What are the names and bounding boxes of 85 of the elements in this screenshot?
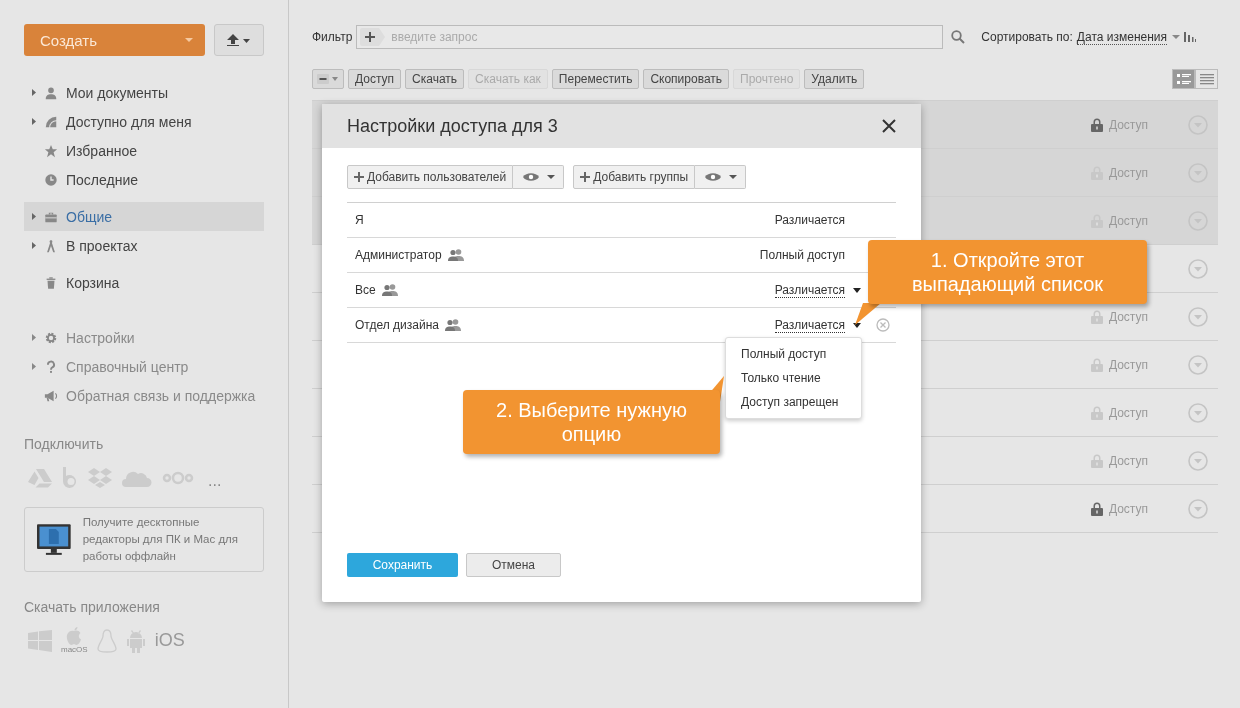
visibility-dropdown[interactable] [695, 165, 747, 189]
nav-item[interactable]: Доступно для меня [24, 107, 264, 136]
nav-item[interactable]: Избранное [24, 136, 264, 165]
chevron-circle-icon[interactable] [1188, 306, 1208, 327]
view-mode-button[interactable] [1195, 69, 1218, 89]
add-filter-icon[interactable] [360, 28, 387, 46]
user-name: Администратор [355, 248, 442, 262]
section-title: Подключить [24, 436, 105, 452]
question-icon [44, 359, 58, 374]
search-icon[interactable] [951, 30, 966, 44]
robot-icon[interactable] [125, 628, 146, 653]
upload-button[interactable] [214, 24, 264, 56]
add-groups-button[interactable]: Добавить группы [573, 165, 696, 189]
upload-icon [227, 34, 251, 46]
clock-icon [44, 172, 58, 187]
gear-icon [44, 330, 58, 345]
chevron-circle-icon[interactable] [1188, 354, 1208, 375]
detailed-list-icon [1176, 73, 1191, 85]
menu-item[interactable]: Полный доступ [726, 342, 861, 366]
list-icon [1199, 73, 1214, 85]
nav-item[interactable]: Общие [24, 202, 264, 231]
promo-card[interactable]: Получите десктопные редакторы для ПК и Mac для работы оффлайн [24, 507, 264, 572]
toolbar-button[interactable]: Скопировать [643, 69, 730, 89]
chevron-circle-icon[interactable] [1188, 498, 1208, 519]
filter-field[interactable]: введите запрос [356, 25, 944, 49]
caret-icon[interactable] [853, 287, 861, 293]
callout: 2. Выберите нужную опцию [463, 390, 720, 454]
select-dropdown[interactable] [312, 69, 344, 89]
sort-label: Сортировать по: [981, 30, 1073, 44]
access-dropdown[interactable]: Различается [774, 317, 845, 333]
nav-item[interactable]: Последние [24, 165, 264, 194]
visibility-dropdown[interactable] [513, 165, 565, 189]
rings-logo-icon[interactable] [162, 471, 194, 485]
apple-icon[interactable] [66, 627, 83, 645]
star-icon [44, 143, 58, 158]
diamonds-logo-icon[interactable] [88, 468, 112, 488]
nav-item[interactable]: В проектах [24, 231, 264, 260]
compass-icon [44, 238, 58, 253]
menu-item[interactable]: Только чтение [726, 366, 861, 390]
plus-icon [354, 172, 364, 182]
plus-icon [580, 172, 591, 182]
dialog-title: Настройки доступа для 3 [347, 115, 558, 137]
toolbar-button[interactable]: Удалить [804, 69, 865, 89]
menu-item[interactable]: Доступ запрещен [726, 390, 861, 414]
close-icon[interactable] [882, 119, 896, 133]
ring-logo-icon[interactable] [62, 467, 78, 489]
triangle-logo-icon[interactable] [28, 468, 52, 488]
sort-dropdown[interactable]: Дата изменения [1076, 29, 1168, 45]
callout: 1. Откройте этот выпадающий список [868, 240, 1147, 304]
eye-caret-icon [523, 172, 556, 182]
user-name: Отдел дизайна [355, 318, 439, 332]
user-name: Я [355, 213, 364, 227]
cancel-button[interactable]: Отмена [466, 553, 561, 577]
minus-caret-icon [317, 74, 339, 84]
user-name: Все [355, 283, 376, 297]
promo-text: Получите десктопные редакторы для ПК и Mac для работы оффлайн [82, 515, 240, 564]
nav-item[interactable]: Мои документы [24, 78, 264, 107]
trash-icon [44, 275, 58, 290]
callout-pointer [855, 303, 881, 325]
filter-label: Фильтр [312, 30, 353, 44]
caret-icon [185, 38, 193, 42]
access-dropdown[interactable]: Различается [774, 282, 845, 298]
add-users-button[interactable]: Добавить пользователей [347, 165, 514, 189]
toolbar-button[interactable]: Скачать [405, 69, 465, 89]
chevron-circle-icon[interactable] [1188, 258, 1208, 279]
person-icon [44, 85, 58, 100]
cloud-icon[interactable] [122, 469, 152, 487]
signal-icon [44, 114, 58, 129]
four-panes-icon[interactable] [28, 629, 52, 652]
access-level: Различается [774, 213, 845, 227]
megaphone-icon [44, 388, 58, 403]
access-level: Полный доступ [759, 248, 845, 262]
toolbar-button[interactable]: Переместить [551, 69, 640, 89]
chevron-circle-icon[interactable] [1188, 450, 1208, 471]
chevron-circle-icon[interactable] [1188, 402, 1208, 423]
remove-icon[interactable] [875, 318, 890, 332]
view-mode-button[interactable] [1172, 69, 1195, 89]
section-title: Скачать приложения [24, 599, 161, 615]
sort-order-icon[interactable] [1184, 32, 1197, 42]
eye-caret-icon [705, 172, 738, 182]
toolbar-button[interactable]: Доступ [348, 69, 402, 89]
nav-item[interactable]: Корзина [24, 268, 264, 297]
caret-icon[interactable] [853, 322, 861, 328]
monitor-icon [37, 523, 71, 556]
platform-label: macOS [61, 645, 88, 654]
